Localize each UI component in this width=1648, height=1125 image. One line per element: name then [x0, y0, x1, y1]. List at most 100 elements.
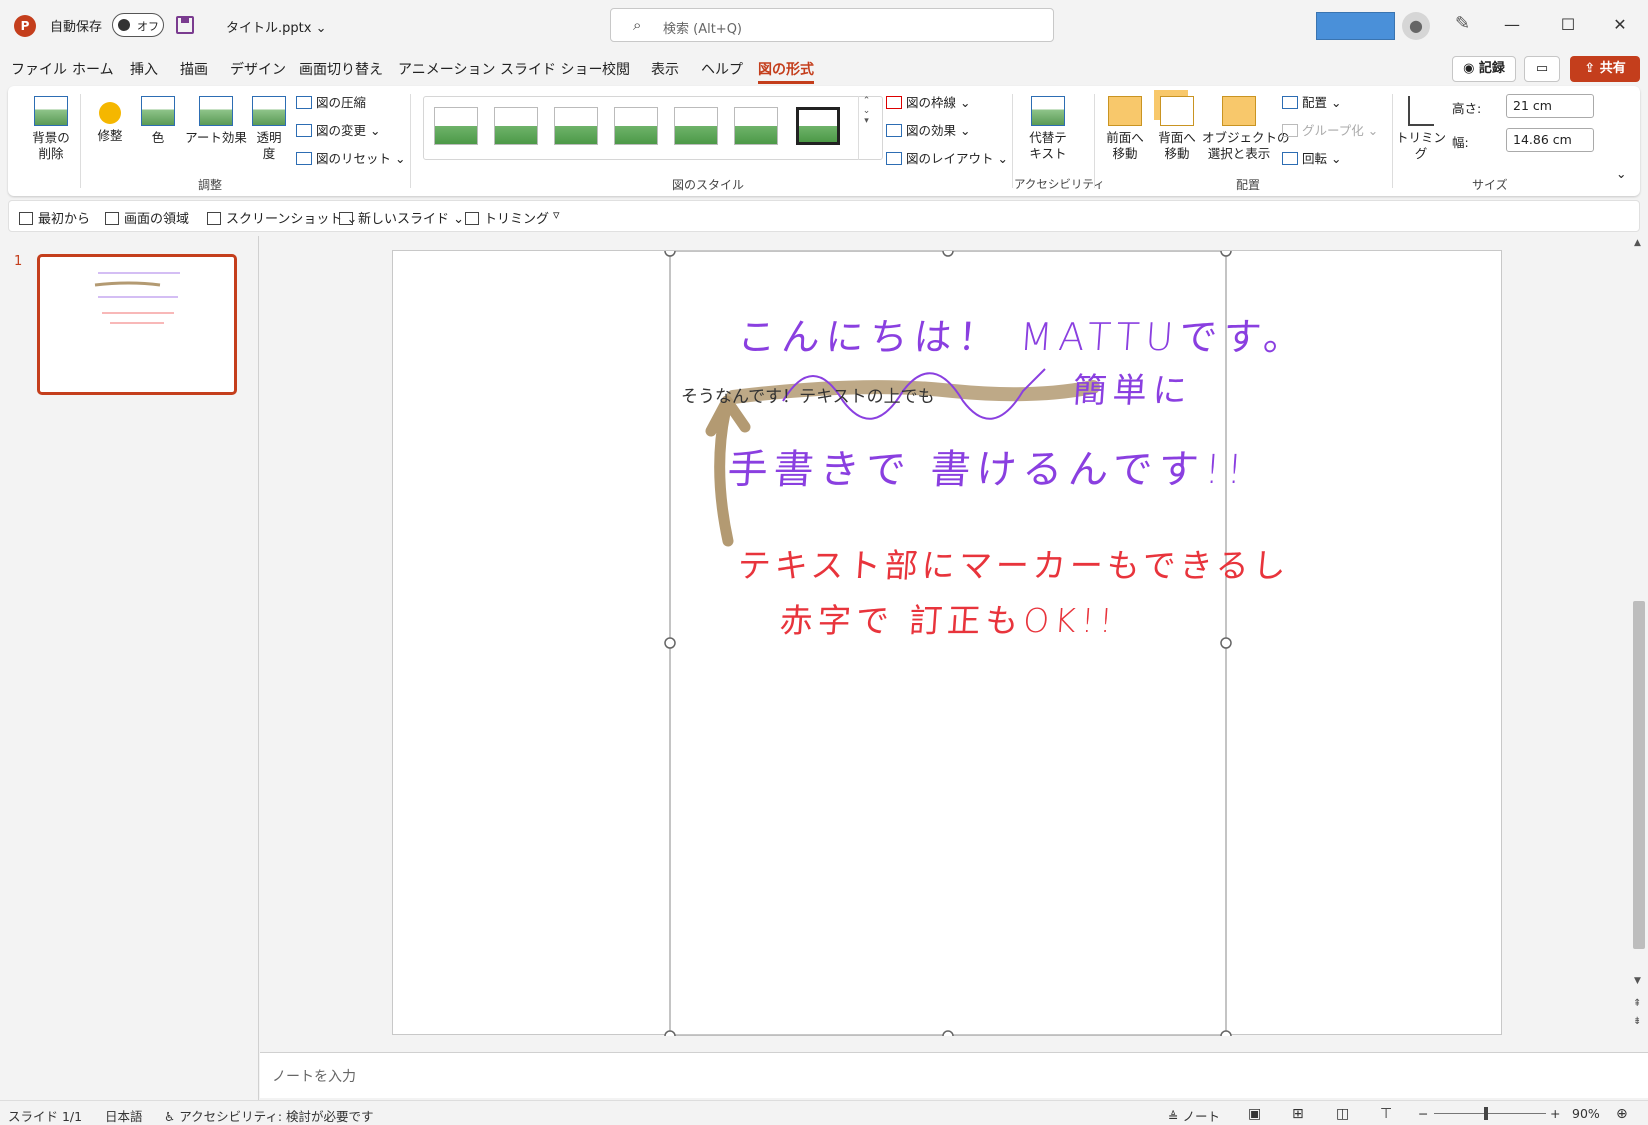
rotate-button[interactable]: 回転 ⌄: [1282, 148, 1341, 167]
crop-icon: [1408, 96, 1434, 126]
divider: [1012, 94, 1013, 188]
language-indicator[interactable]: 日本語: [105, 1106, 143, 1125]
autosave-toggle[interactable]: オフ: [112, 13, 164, 37]
send-backward-button[interactable]: 背面へ 移動: [1154, 96, 1200, 162]
share-button[interactable]: ⇪ 共有: [1570, 56, 1640, 82]
group-label-size: サイズ: [1472, 178, 1508, 192]
group-label-styles: 図のスタイル: [672, 178, 745, 192]
tab-animations[interactable]: アニメーション: [398, 59, 495, 79]
designer-pen-icon[interactable]: ✎: [1455, 13, 1470, 34]
zoom-level[interactable]: 90%: [1572, 1106, 1600, 1121]
accessibility-status[interactable]: ♿ アクセシビリティ: 検討が必要です: [164, 1106, 374, 1125]
collapse-ribbon-chevron-icon[interactable]: ⌄: [1616, 166, 1626, 181]
handwriting-line-4[interactable]: テキスト部にマーカーもできるし: [736, 539, 1291, 587]
tab-insert[interactable]: 挿入: [130, 59, 158, 79]
compress-label: 図の圧縮: [316, 95, 367, 110]
picture-effects-button[interactable]: 図の効果 ⌄: [886, 120, 970, 139]
picture-style-4[interactable]: [614, 107, 658, 145]
crop-button[interactable]: トリミング: [1396, 96, 1446, 162]
scroll-down-icon[interactable]: ▼: [1634, 976, 1641, 986]
height-field[interactable]: 21 cm: [1506, 94, 1594, 118]
reset-picture-button[interactable]: 図のリセット ⌄: [296, 148, 405, 167]
tab-draw[interactable]: 描画: [180, 59, 208, 79]
handwriting-line-1[interactable]: こんにちは！ MATTUです。: [736, 306, 1310, 361]
minimize-button[interactable]: —: [1492, 10, 1532, 40]
handwriting-line-2[interactable]: 簡単に: [1071, 363, 1194, 412]
tab-help[interactable]: ヘルプ: [701, 59, 743, 79]
tab-design[interactable]: デザイン: [230, 59, 286, 79]
slideshow-view-icon[interactable]: ⊤: [1380, 1106, 1392, 1122]
typed-text[interactable]: そうなんです！テキストの上でも: [681, 382, 935, 407]
record-button[interactable]: ◉ 記録: [1452, 56, 1516, 82]
scrollbar-thumb[interactable]: [1633, 601, 1645, 949]
slide-sorter-icon[interactable]: ⊞: [1292, 1106, 1304, 1122]
corrections-button[interactable]: 修整: [88, 96, 132, 144]
slide-thumbnail-1[interactable]: [37, 254, 237, 395]
comment-button[interactable]: ▭: [1524, 56, 1560, 82]
remove-background-button[interactable]: 背景の 削除: [22, 96, 80, 162]
tab-transitions[interactable]: 画面切り替え: [299, 59, 383, 79]
slide-thumbnails-pane: 1: [0, 236, 259, 1102]
normal-view-icon[interactable]: ▣: [1248, 1106, 1261, 1122]
alt-text-button[interactable]: 代替テ キスト: [1020, 96, 1076, 162]
file-name-dropdown[interactable]: タイトル.pptx ⌄: [226, 17, 326, 36]
picture-style-2[interactable]: [494, 107, 538, 145]
selection-pane-icon: [1222, 96, 1256, 126]
vertical-scrollbar[interactable]: ▲ ▼ ⇞ ⇟: [1630, 236, 1648, 1052]
from-start-button[interactable]: 最初から: [19, 208, 90, 227]
zoom-in-button[interactable]: +: [1550, 1106, 1560, 1121]
fit-to-window-icon[interactable]: ⊕: [1616, 1106, 1628, 1122]
tab-view[interactable]: 表示: [651, 59, 679, 79]
transparency-button[interactable]: 透明 度: [248, 96, 290, 162]
width-field[interactable]: 14.86 cm: [1506, 128, 1594, 152]
selection-pane-button[interactable]: オブジェクトの 選択と表示: [1202, 96, 1290, 162]
customize-qat-chevron-icon[interactable]: ▿: [553, 208, 560, 223]
zoom-slider-track[interactable]: [1434, 1113, 1546, 1114]
picture-style-5[interactable]: [674, 107, 718, 145]
tab-slideshow[interactable]: スライド ショー: [500, 59, 602, 79]
zoom-slider-thumb[interactable]: [1484, 1107, 1488, 1120]
tab-home[interactable]: ホーム: [72, 59, 114, 79]
tab-review[interactable]: 校閲: [602, 59, 630, 79]
gallery-scroll[interactable]: ⌃ ⌄ ▾: [858, 96, 874, 160]
previous-slide-icon[interactable]: ⇞: [1633, 998, 1641, 1009]
compress-pictures-button[interactable]: 図の圧縮: [296, 92, 366, 111]
notes-toggle-button[interactable]: ≜ ノート: [1168, 1106, 1220, 1125]
tab-picture-format[interactable]: 図の形式: [758, 59, 814, 84]
next-slide-icon[interactable]: ⇟: [1633, 1016, 1641, 1027]
close-button[interactable]: ✕: [1600, 10, 1640, 40]
status-bar: スライド 1/1 日本語 ♿ アクセシビリティ: 検討が必要です ≜ ノート ▣…: [0, 1100, 1648, 1125]
handwriting-line-3[interactable]: 手書きで 書けるんです!!: [726, 437, 1251, 495]
user-name-box[interactable]: [1316, 12, 1395, 40]
reading-view-icon[interactable]: ◫: [1336, 1106, 1349, 1122]
screenshot-button[interactable]: スクリーンショット ⌄: [207, 208, 357, 227]
slide-canvas[interactable]: そうなんです！テキストの上でも こんにちは！ MATTUです。 簡単に 手書きで…: [392, 236, 1502, 1042]
scroll-up-icon[interactable]: ▲: [1634, 238, 1641, 248]
artistic-effects-button[interactable]: アート効果: [184, 96, 248, 146]
trim-button[interactable]: トリミング: [465, 208, 549, 227]
bring-forward-button[interactable]: 前面へ 移動: [1102, 96, 1148, 162]
picture-style-7[interactable]: [796, 107, 840, 145]
search-box[interactable]: ⌕ 検索 (Alt+Q): [610, 8, 1054, 42]
toggle-knob: [118, 19, 130, 31]
picture-layout-button[interactable]: 図のレイアウト ⌄: [886, 148, 1008, 167]
notes-pane[interactable]: ノートを入力: [260, 1052, 1648, 1098]
picture-style-6[interactable]: [734, 107, 778, 145]
maximize-button[interactable]: ☐: [1548, 10, 1588, 40]
slide-number: 1: [14, 254, 23, 269]
height-label: 高さ:: [1452, 101, 1482, 116]
align-label: 配置: [1302, 95, 1328, 110]
align-button[interactable]: 配置 ⌄: [1282, 92, 1341, 111]
picture-style-3[interactable]: [554, 107, 598, 145]
handwriting-line-5[interactable]: 赤字で 訂正もOK!!: [778, 594, 1119, 642]
picture-style-1[interactable]: [434, 107, 478, 145]
tab-file[interactable]: ファイル: [11, 59, 67, 79]
screen-clip-button[interactable]: 画面の領域: [105, 208, 189, 227]
change-picture-button[interactable]: 図の変更 ⌄: [296, 120, 380, 139]
save-icon[interactable]: [176, 16, 194, 34]
new-slide-button[interactable]: 新しいスライド ⌄: [339, 208, 464, 227]
avatar[interactable]: ●: [1402, 12, 1430, 40]
zoom-out-button[interactable]: −: [1418, 1106, 1428, 1121]
picture-border-button[interactable]: 図の枠線 ⌄: [886, 92, 970, 111]
color-button[interactable]: 色: [138, 96, 178, 146]
